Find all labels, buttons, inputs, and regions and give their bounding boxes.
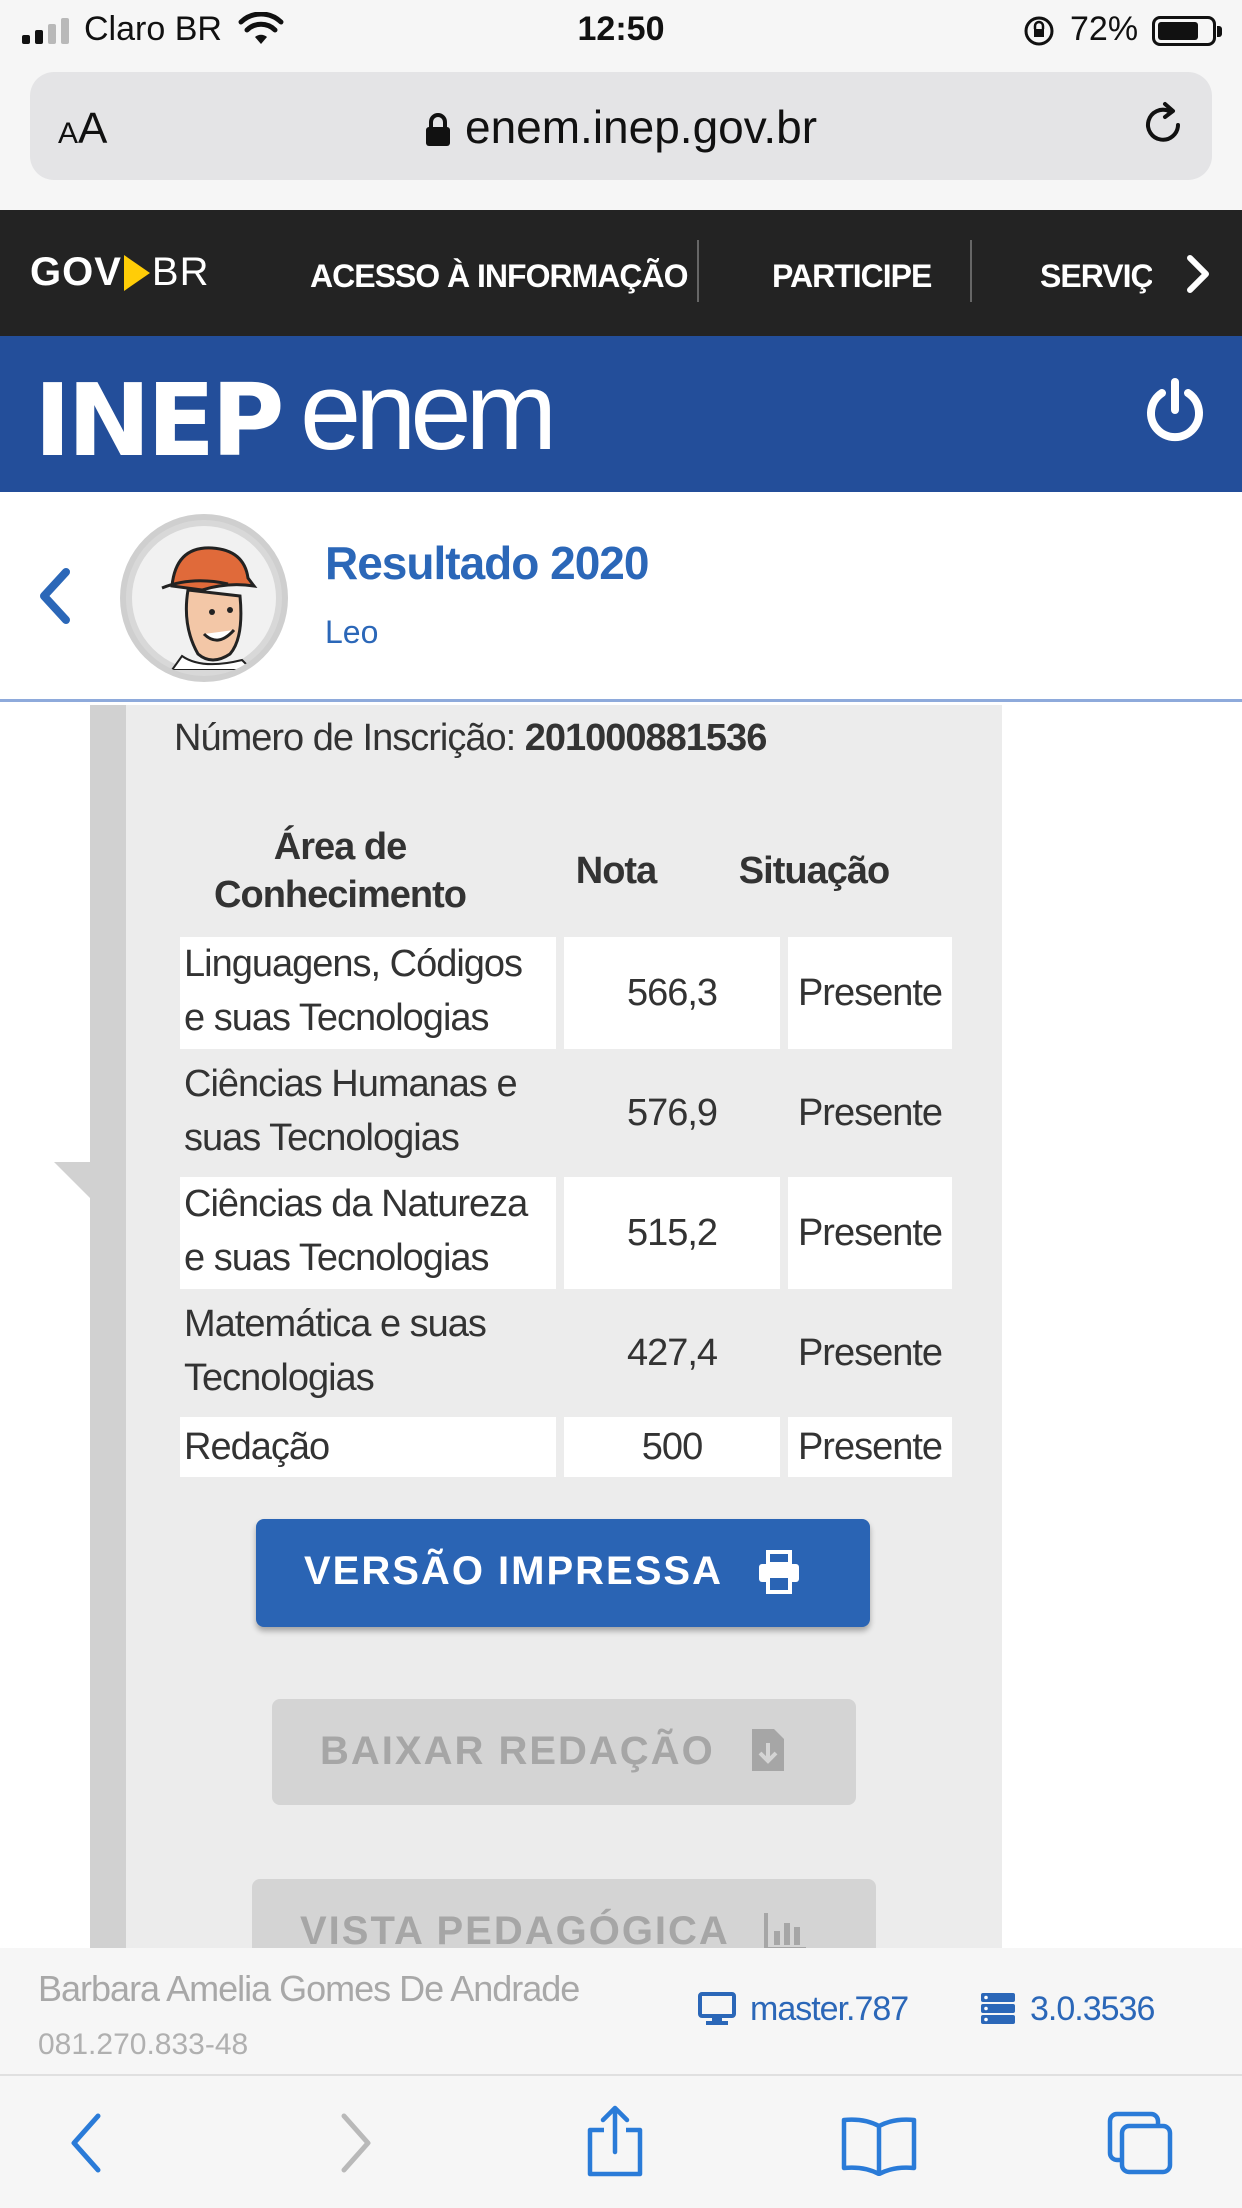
avatar xyxy=(120,514,288,682)
session-info-bar: Barbara Amelia Gomes De Andrade 081.270.… xyxy=(0,1948,1242,2074)
bookmarks-icon[interactable] xyxy=(840,2116,918,2181)
nav-servicos[interactable]: SERVIÇOS xyxy=(1040,258,1152,295)
table-cell-situacao: Presente xyxy=(788,937,952,1049)
address-bar[interactable]: AA enem.inep.gov.br xyxy=(30,72,1212,180)
table-cell-situacao: Presente xyxy=(797,1092,943,1134)
print-version-button[interactable]: VERSÃO IMPRESSA xyxy=(256,1519,870,1627)
bar-chart-icon xyxy=(764,1911,808,1948)
power-icon[interactable] xyxy=(1140,376,1210,451)
monitor-icon xyxy=(698,1992,736,2025)
table-cell-nota: 576,9 xyxy=(626,1092,718,1134)
gov-br-logo[interactable]: GOV BR xyxy=(30,250,209,295)
results-content: Número de Inscrição: 201000881536 Área d… xyxy=(0,705,1242,1948)
table-cell-nota: 515,2 xyxy=(564,1177,780,1289)
table-cell-situacao: Presente xyxy=(788,1177,952,1289)
enem-logo: enem xyxy=(300,350,557,473)
table-cell-area: Redação xyxy=(180,1417,556,1477)
table-cell-nota: 427,4 xyxy=(626,1332,718,1374)
logged-user-name: Barbara Amelia Gomes De Andrade xyxy=(38,1968,580,2009)
nav-acesso-informacao[interactable]: ACESSO À INFORMAÇÃO xyxy=(310,258,688,295)
reload-icon[interactable] xyxy=(1138,100,1188,155)
enem-header: INEP enem xyxy=(0,336,1242,492)
back-chevron-icon[interactable] xyxy=(36,568,72,629)
table-cell-nota: 500 xyxy=(564,1417,780,1477)
forward-icon[interactable] xyxy=(336,2112,376,2179)
version-info: 3.0.3536 xyxy=(980,1990,1155,2029)
server-info: master.787 xyxy=(698,1990,909,2029)
logged-user-cpf: 081.270.833-48 xyxy=(38,2028,249,2061)
server-stack-icon xyxy=(981,1993,1015,2024)
tabs-icon[interactable] xyxy=(1106,2110,1176,2181)
table-cell-area: Linguagens, Códigos e suas Tecnologias xyxy=(180,937,556,1049)
timeline-notch xyxy=(54,1162,90,1198)
back-icon[interactable] xyxy=(66,2112,106,2179)
download-redacao-button[interactable]: BAIXAR REDAÇÃO xyxy=(272,1699,856,1805)
table-cell-nota: 566,3 xyxy=(564,937,780,1049)
browser-address-area: AA enem.inep.gov.br xyxy=(0,62,1242,210)
nav-divider xyxy=(970,240,972,302)
page-title: Resultado 2020 xyxy=(325,537,649,589)
header-situacao: Situação xyxy=(738,850,890,892)
table-cell-area: Ciências Humanas e suas Tecnologias xyxy=(184,1063,518,1159)
file-download-icon xyxy=(750,1727,786,1783)
battery-percent: 72% xyxy=(1070,10,1139,48)
inep-logo: INEP xyxy=(34,362,284,479)
vista-pedagogica-button[interactable]: VISTA PEDAGÓGICA xyxy=(252,1879,876,1948)
browser-toolbar xyxy=(0,2074,1242,2208)
nav-divider xyxy=(697,240,699,302)
url-display[interactable]: enem.inep.gov.br xyxy=(30,100,1212,158)
table-cell-area: Matemática e suas Tecnologias xyxy=(184,1303,487,1399)
table-cell-situacao: Presente xyxy=(797,1332,943,1374)
gov-arrow-icon xyxy=(123,255,150,291)
url-text: enem.inep.gov.br xyxy=(464,101,818,153)
table-cell-situacao: Presente xyxy=(788,1417,952,1477)
padlock-icon xyxy=(425,104,451,158)
timeline-rail xyxy=(90,705,126,1948)
printer-icon xyxy=(756,1549,802,1605)
gov-nav-bar: GOV BR ACESSO À INFORMAÇÃO PARTICIPE SERV… xyxy=(0,210,1242,336)
status-bar: Claro BR 12:50 72% xyxy=(0,0,1242,62)
results-card: Número de Inscrição: 201000881536 Área d… xyxy=(126,705,1002,1948)
table-cell-area: Ciências da Natureza e suas Tecnologias xyxy=(180,1177,556,1289)
nav-participe[interactable]: PARTICIPE xyxy=(772,258,932,295)
rotation-lock-icon xyxy=(1022,14,1056,53)
header-nota: Nota xyxy=(575,850,657,892)
chevron-right-icon[interactable] xyxy=(1184,252,1212,301)
share-icon[interactable] xyxy=(584,2104,646,2183)
participant-name: Leo xyxy=(325,614,379,650)
battery-icon xyxy=(1152,16,1222,46)
header-area: Área de Conhecimento xyxy=(214,826,467,916)
cartoon-avatar-icon xyxy=(161,546,258,671)
profile-header: Resultado 2020 Leo xyxy=(0,492,1242,702)
inscricao-number: Número de Inscrição: 201000881536 xyxy=(174,717,767,759)
